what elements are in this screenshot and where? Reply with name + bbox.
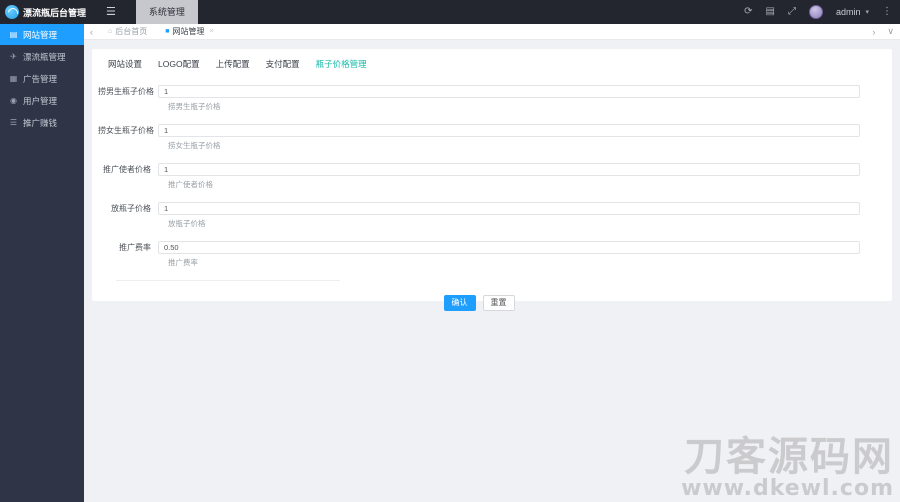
collapse-menu-icon[interactable]: ☰ <box>96 0 126 24</box>
sidebar-item-bottle[interactable]: ✈ 漂流瓶管理 <box>0 46 84 67</box>
bottle-price-form: 捞男生瓶子价格 捞男生瓶子价格 捞女生瓶子价格 捞女生瓶子价格 推广使者价格 推… <box>92 74 892 311</box>
top-header: 漂流瓶后台管理 ☰ 系统管理 ⟳ ▤ ⤢ admin ▾ ⋮ <box>0 0 900 24</box>
field-hint: 放瓶子价格 <box>168 219 206 228</box>
field-label: 捞女生瓶子价格 <box>98 126 154 135</box>
more-menu-icon[interactable]: ⋮ <box>882 0 892 24</box>
field-label: 推广使者价格 <box>103 165 151 174</box>
user-circle-icon: ◉ <box>10 96 17 105</box>
sidebar-item-label: 用户管理 <box>23 95 58 106</box>
chevron-down-icon: ▾ <box>865 9 869 16</box>
male-bottle-price-input[interactable] <box>158 85 860 98</box>
form-row-promo-rate: 推广费率 推广费率 <box>98 241 860 268</box>
throw-bottle-price-input[interactable] <box>158 202 860 215</box>
tab-home-label: 后台首页 <box>115 27 148 36</box>
tab-logo-config[interactable]: LOGO配置 <box>150 58 208 74</box>
field-label: 捞男生瓶子价格 <box>98 87 154 96</box>
grid-icon[interactable]: ▤ <box>766 0 775 24</box>
app-logo-icon <box>5 5 19 19</box>
sidebar-item-label: 广告管理 <box>23 73 58 84</box>
tab-website-label: 网站管理 <box>172 27 205 36</box>
form-row-throw-bottle: 放瓶子价格 放瓶子价格 <box>98 202 860 229</box>
header-nav-tab-system[interactable]: 系统管理 <box>135 0 198 24</box>
field-label: 推广费率 <box>119 243 151 252</box>
main-content-area: 网站设置 LOGO配置 上传配置 支付配置 瓶子价格管理 捞男生瓶子价格 捞男生… <box>84 41 900 502</box>
tab-home[interactable]: ⌂ 后台首页 <box>99 24 156 40</box>
fullscreen-icon[interactable]: ⤢ <box>788 0 796 24</box>
tab-site-settings[interactable]: 网站设置 <box>100 58 150 74</box>
tabs-scroll-left-icon[interactable]: ‹ <box>84 27 99 37</box>
home-icon: ⌂ <box>108 28 113 35</box>
watermark-line1: 刀客源码网 <box>684 434 894 479</box>
app-logo: 漂流瓶后台管理 <box>0 0 96 24</box>
sidebar-item-label: 漂流瓶管理 <box>23 51 66 62</box>
form-row-promoter-price: 推广使者价格 推广使者价格 <box>98 163 860 190</box>
tabs-dropdown-icon[interactable]: ∨ <box>881 26 900 37</box>
tabs-scroll-right-icon[interactable]: › <box>866 27 881 37</box>
sidebar-item-label: 推广赚钱 <box>23 117 58 128</box>
user-avatar[interactable] <box>808 5 823 19</box>
tab-bottle-price[interactable]: 瓶子价格管理 <box>308 58 375 74</box>
field-hint: 推广费率 <box>168 258 198 267</box>
field-hint: 推广使者价格 <box>168 180 213 189</box>
confirm-button[interactable]: 确认 <box>443 295 476 311</box>
form-row-female-bottle: 捞女生瓶子价格 捞女生瓶子价格 <box>98 124 860 151</box>
form-divider <box>116 280 340 281</box>
sidebar-item-label: 网站管理 <box>23 29 58 40</box>
form-row-male-bottle: 捞男生瓶子价格 捞男生瓶子价格 <box>98 85 860 112</box>
refresh-icon[interactable]: ⟳ <box>744 0 752 24</box>
breadcrumb-tabbar: ‹ ⌂ 后台首页 ■ 网站管理 × › ∨ <box>84 24 900 40</box>
field-hint: 捞女生瓶子价格 <box>168 141 221 150</box>
female-bottle-price-input[interactable] <box>158 124 860 137</box>
sidebar-item-website[interactable]: ▤ 网站管理 <box>0 24 84 45</box>
promo-rate-input[interactable] <box>158 241 860 254</box>
layout-icon: ▤ <box>9 30 18 39</box>
sidebar-item-promotion[interactable]: ☰ 推广赚钱 <box>0 112 84 133</box>
promoter-price-input[interactable] <box>158 163 860 176</box>
sidebar-item-users[interactable]: ◉ 用户管理 <box>0 90 84 111</box>
watermark-line2: www.dkewl.com <box>681 475 894 501</box>
sidebar: ▤ 网站管理 ✈ 漂流瓶管理 ▦ 广告管理 ◉ 用户管理 ☰ 推广赚钱 <box>0 24 84 502</box>
site-watermark: 刀客源码网 www.dkewl.com <box>681 434 894 501</box>
app-title: 漂流瓶后台管理 <box>23 7 87 18</box>
square-icon: ■ <box>165 28 170 35</box>
form-actions: 确认 重置 <box>98 295 860 311</box>
tabbar-right-controls: › ∨ <box>866 26 900 37</box>
tab-upload-config[interactable]: 上传配置 <box>208 58 258 74</box>
username[interactable]: admin <box>836 7 861 17</box>
field-hint: 捞男生瓶子价格 <box>168 102 221 111</box>
sidebar-item-ads[interactable]: ▦ 广告管理 <box>0 68 84 89</box>
tab-payment-config[interactable]: 支付配置 <box>258 58 308 74</box>
settings-card: 网站设置 LOGO配置 上传配置 支付配置 瓶子价格管理 捞男生瓶子价格 捞男生… <box>92 49 892 311</box>
list-icon: ☰ <box>9 118 18 127</box>
field-label: 放瓶子价格 <box>111 204 151 213</box>
tab-website-management[interactable]: ■ 网站管理 × <box>156 24 222 40</box>
settings-tabs: 网站设置 LOGO配置 上传配置 支付配置 瓶子价格管理 <box>92 49 892 74</box>
reset-button[interactable]: 重置 <box>482 295 515 311</box>
paper-plane-icon: ✈ <box>10 52 17 61</box>
grid-box-icon: ▦ <box>9 74 18 83</box>
header-actions: ⟳ ▤ ⤢ admin ▾ ⋮ <box>744 0 900 24</box>
close-icon[interactable]: × <box>209 28 213 35</box>
